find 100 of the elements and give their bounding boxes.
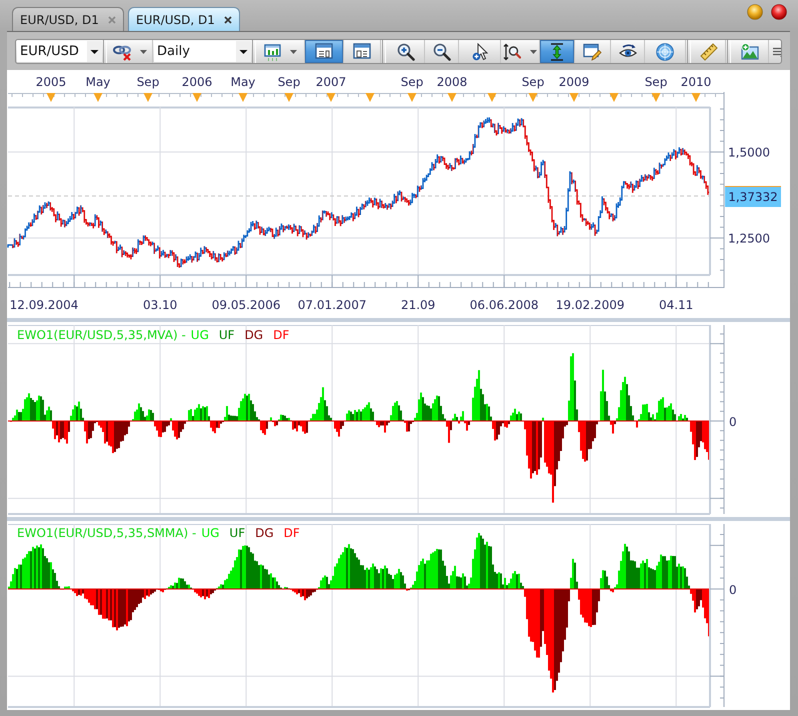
histogram-peak	[12, 393, 52, 421]
timeline-label: Sep	[278, 75, 300, 89]
marker-icon	[408, 93, 416, 102]
histogram-peak	[224, 394, 260, 421]
histogram-peak	[678, 414, 688, 421]
histogram-trough	[84, 421, 130, 454]
marker-icon	[46, 93, 56, 102]
histogram-trough	[260, 421, 268, 435]
histogram-trough	[492, 421, 510, 440]
axis-label: 21.09	[400, 298, 436, 312]
ruler-icon	[700, 42, 718, 60]
period-dropdown[interactable]: Daily	[154, 41, 251, 62]
indicator-title: EWO1(EUR/USD,5,35,MVA) -	[17, 328, 186, 342]
marker-icon	[488, 93, 496, 102]
axis-label: 1,2500	[728, 232, 770, 246]
histogram-peak	[510, 408, 522, 421]
current-price-badge: 1,37332	[725, 186, 781, 207]
tab[interactable]: EUR/USD, D1	[12, 7, 124, 31]
histogram-peak	[390, 401, 404, 421]
legend-label: DF	[273, 328, 290, 342]
histogram-peak	[452, 414, 458, 421]
histogram-trough	[290, 589, 318, 600]
legend-label: DF	[284, 526, 300, 540]
axis-label: 12.09.2004	[10, 298, 78, 312]
cursor-icon	[472, 42, 488, 60]
marker-icon	[192, 93, 202, 102]
axis-label: 0	[729, 415, 737, 429]
close-icon[interactable]	[224, 16, 232, 24]
axis-label: 03.10	[142, 298, 178, 312]
timeline-label: 2005	[36, 75, 66, 89]
histogram-trough	[610, 421, 616, 434]
close-icon[interactable]	[771, 4, 787, 20]
histogram-trough	[690, 421, 710, 460]
menu-icon	[773, 46, 781, 58]
zoom-out-icon	[432, 42, 450, 60]
caret-icon	[87, 41, 102, 62]
histogram-trough	[334, 421, 344, 437]
histogram-peak	[600, 570, 610, 589]
histogram-peak	[278, 414, 292, 421]
histogram-trough	[610, 589, 614, 592]
histogram-trough	[578, 421, 598, 462]
marker-icon	[94, 93, 102, 102]
timeline-label: 2009	[558, 75, 590, 89]
legend-label: UG	[190, 328, 209, 342]
marker-icon	[448, 93, 456, 102]
histogram-trough	[690, 589, 710, 636]
zoom-in-icon	[396, 42, 414, 60]
marker-icon	[326, 93, 336, 102]
timeline-label: Sep	[644, 75, 668, 89]
symbol-dropdown[interactable]: EUR/USD	[17, 41, 102, 62]
histogram-trough	[404, 421, 414, 432]
histogram-peak	[64, 586, 70, 589]
minimize-icon[interactable]	[747, 4, 763, 20]
timeline-label: Sep	[400, 75, 424, 89]
histogram-peak	[216, 545, 282, 589]
caret-icon	[530, 50, 537, 54]
histogram-trough	[52, 421, 70, 444]
histogram-trough	[464, 421, 470, 431]
histogram-peak	[600, 370, 610, 421]
axis-label: 09.05.2006	[212, 298, 280, 312]
histogram-peak	[284, 586, 290, 589]
histogram-trough	[292, 421, 308, 434]
histogram-trough	[210, 421, 224, 434]
marker-icon	[692, 93, 700, 102]
histogram-trough	[172, 421, 186, 440]
marker-icon	[366, 93, 374, 102]
histogram-peak	[166, 578, 192, 589]
marker-icon	[284, 93, 294, 102]
marker-icon	[238, 93, 248, 102]
histogram-peak	[310, 387, 332, 421]
histogram-peak	[568, 353, 578, 421]
vertical-scale-button[interactable]	[540, 40, 575, 63]
histogram-peak	[132, 403, 154, 421]
caret-icon	[290, 50, 297, 54]
vertical-zoom-icon	[503, 42, 521, 60]
histogram-peak	[460, 411, 464, 421]
indicator-title: EWO1(EUR/USD,5,35,SMMA) -	[17, 526, 196, 540]
chart-window-icon	[264, 42, 281, 60]
histogram-peak	[8, 544, 60, 589]
eye-icon	[618, 43, 636, 60]
histogram-trough	[192, 589, 216, 600]
timeline-label: 2006	[182, 75, 212, 89]
window-button[interactable]	[305, 40, 344, 63]
legend-label: UF	[218, 328, 235, 342]
histogram-peak	[472, 370, 492, 421]
histogram-trough	[154, 421, 170, 438]
histogram-trough	[272, 421, 278, 426]
axis-label: 04.11	[658, 298, 694, 312]
timeline-label: May	[86, 75, 110, 89]
marker-icon	[610, 93, 618, 102]
timeline-label: 2010	[680, 75, 712, 89]
histogram-trough	[446, 421, 452, 443]
timeline-label: 2007	[316, 75, 346, 89]
tab[interactable]: EUR/USD, D1	[128, 7, 240, 31]
chain-cross-icon	[113, 42, 131, 60]
axis-label: 06.06.2008	[470, 298, 538, 312]
axis-label: 19.02.2009	[556, 298, 624, 312]
timeline-label: 2008	[436, 75, 468, 89]
globe-icon	[656, 42, 674, 60]
histogram-trough	[578, 589, 600, 627]
